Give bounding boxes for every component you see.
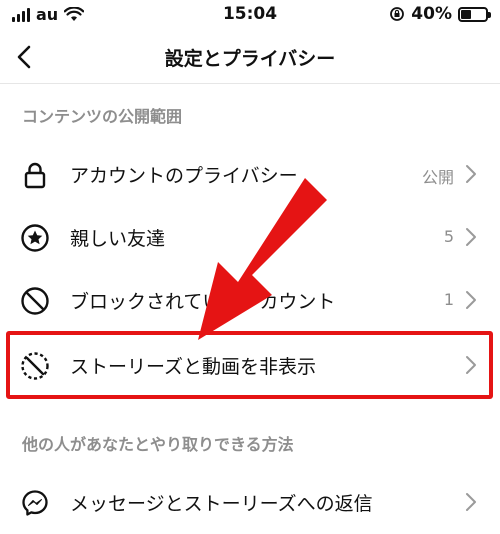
lock-icon bbox=[24, 162, 46, 189]
nav-bar: 設定とプライバシー bbox=[0, 30, 500, 84]
row-value: 5 bbox=[443, 227, 454, 246]
block-icon bbox=[21, 287, 49, 315]
settings-row-messages-story-replies[interactable]: メッセージとストーリーズへの返信 bbox=[0, 471, 500, 533]
chevron-right-icon bbox=[466, 228, 476, 246]
chevron-right-icon bbox=[466, 291, 476, 309]
messenger-icon bbox=[22, 490, 48, 516]
row-label: 親しい友達 bbox=[70, 228, 166, 250]
orientation-lock-icon bbox=[390, 7, 405, 21]
row-value: 公開 bbox=[421, 168, 454, 187]
star-circle-icon bbox=[21, 224, 49, 252]
chevron-right-icon bbox=[466, 165, 476, 183]
battery-fill bbox=[461, 9, 471, 19]
page-title: 設定とプライバシー bbox=[164, 48, 336, 70]
section-header-interactions: 他の人があなたとやり取りできる方法 bbox=[22, 435, 294, 454]
chevron-right-icon bbox=[466, 493, 476, 511]
battery-icon bbox=[458, 6, 491, 22]
status-right: 40% bbox=[389, 4, 491, 24]
annotation-arrow-icon bbox=[198, 178, 327, 340]
row-label: メッセージとストーリーズへの返信 bbox=[70, 493, 373, 515]
status-bar: au 15:04 40% bbox=[0, 0, 500, 30]
section-header-content-visibility: コンテンツの公開範囲 bbox=[22, 107, 183, 126]
battery-percent: 40% bbox=[411, 4, 452, 24]
row-value: 1 bbox=[443, 290, 454, 309]
